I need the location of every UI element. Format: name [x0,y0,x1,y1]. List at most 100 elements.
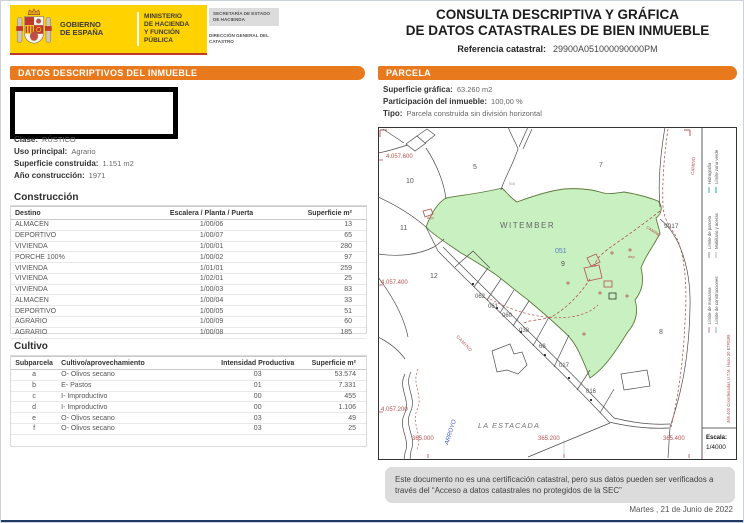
table-cell: 1/02/01 [146,273,277,284]
table-row: VIVIENDA1/01/01259 [11,263,366,274]
table-row: aO- Olivos secano0353.574 [11,370,366,381]
coord-y-bottom: 4.057.200 [381,407,408,413]
table-cell: 1/00/01 [146,241,277,252]
coord-x-center: 365.200 [538,436,560,442]
table-row: PORCHE 100%1/00/0297 [11,252,366,263]
coord-x-left: 365.000 [412,436,434,442]
col-escalera-planta-puerta: Escalera / Planta / Puerta [146,207,277,220]
table-cell: 1/00/02 [146,252,277,263]
road-point-label: 918 [509,182,515,186]
table-cell: VIVIENDA [11,263,146,274]
table-row: VIVIENDA1/02/0125 [11,273,366,284]
construccion-table-box: Destino Escalera / Planta / Puerta Super… [10,205,367,334]
table-cell: 60 [277,317,366,328]
table-cell: 03 [213,423,302,434]
table-cell: c [11,391,57,402]
parcel-10-label: 10 [406,178,414,185]
banner-datos-descriptivos: DATOS DESCRIPTIVOS DEL INMUEBLE [10,66,365,80]
table-cell: a [11,370,57,381]
field-superficie-construida: Superficie construida:1.151 m2 [14,159,134,168]
table-cell: f [11,423,57,434]
banner-parcela: PARCELA [378,66,737,80]
parcel-5-label: 5 [473,164,477,171]
government-logo: GOBIERNO DE ESPAÑA MINISTERIO DE HACIEND… [10,5,207,55]
table-cell: 00 [213,402,302,413]
cultivo-title: Cultivo [14,341,48,352]
table-row: AGRARIO1/00/08185 [11,327,366,338]
legend-zona-verde: Límite zona verde [714,149,719,184]
table-cell: PORCHE 100% [11,252,146,263]
table-cell: I- Improductivo [57,402,213,413]
field-participacion: Participación del inmueble:100,00 % [383,97,523,106]
col-superficie: Superficie m² [302,357,366,370]
coord-y-middle: 4.057.400 [381,280,408,286]
table-cell: 97 [277,252,366,263]
col-subparcela: Subparcela [11,357,57,370]
document-date: Martes , 21 de Junio de 2022 [378,505,733,514]
table-row: VIVIENDA1/00/0383 [11,284,366,295]
table-row: bE- Pastos017.331 [11,380,366,391]
document-title: CONSULTA DESCRIPTIVA Y GRÁFICA DE DATOS … [378,7,737,39]
subparcel-051-label: 051 [555,248,567,255]
direccion-label: DIRECCIÓN GENERAL DEL CATASTRO [209,33,279,45]
table-cell: 185 [277,327,366,338]
area-name-label: WITEMBER [500,221,555,230]
table-row: ALMACEN1/00/0613 [11,220,366,231]
table-cell: 1/00/05 [146,306,277,317]
table-row: fO- Olivos secano0325 [11,423,366,434]
table-cell: I- Improductivo [57,391,213,402]
table-row: dI- Improductivo001.106 [11,402,366,413]
small-parcel-038: 038 [519,328,530,334]
cultivo-table-box: Subparcela Cultivo/aprovechamiento Inten… [10,355,367,447]
logo-divider [137,12,139,46]
table-cell: 03 [213,413,302,424]
table-cell: DEPORTIVO [11,230,146,241]
field-tipo: Tipo:Parcela construida sin división hor… [383,109,542,118]
table-cell: e [11,413,57,424]
legend-hidrografia: Hidrografía [707,162,712,184]
coord-y-top: 4.057.600 [386,154,413,160]
table-row: DEPORTIVO1/00/0551 [11,306,366,317]
table-cell: 1/00/04 [146,295,277,306]
field-ano-construccion: Año construcción:1971 [14,171,105,180]
col-superficie: Superficie m² [277,207,366,220]
table-row: DEPORTIVO1/00/0765 [11,230,366,241]
table-cell: VIVIENDA [11,241,146,252]
cadastral-map: 4.057.600 4.057.400 4.057.200 365.000 36… [378,127,737,460]
legend-limite-construcciones: Límite de construcciones [714,276,719,324]
parcel-12-label: 12 [430,273,438,280]
table-row: cI- Improductivo00455 [11,391,366,402]
referencia-catastral: Referencia catastral:29900A051000090000P… [378,44,737,54]
table-row: eO- Olivos secano0349 [11,413,366,424]
table-row: AGRARIO1/00/0960 [11,317,366,328]
table-cell: 1/00/03 [146,284,277,295]
utm-note: 365.400 Coordenadas U.T.M. Huso 30 ETRS8… [726,334,731,423]
table-cell: 00 [213,391,302,402]
construccion-title: Construcción [14,192,78,203]
col-intensidad: Intensidad Productiva [213,357,302,370]
table-cell: 01 [213,380,302,391]
cultivo-table: Subparcela Cultivo/aprovechamiento Inten… [11,356,366,435]
construccion-table: Destino Escalera / Planta / Puerta Super… [11,206,366,339]
legend-mobiliario: Mobiliario y aceras [714,213,719,249]
table-cell: 03 [213,370,302,381]
table-cell: AGRARIO [11,327,146,338]
small-parcel-017: 017 [559,363,570,369]
construction-note-1: dep [427,215,434,220]
col-cultivo: Cultivo/aprovechamiento [57,357,213,370]
table-cell: 25 [277,273,366,284]
table-cell: ALMACEN [11,220,146,231]
secretaria-label: SECRETARÍA DE ESTADO DE HACIENDA [209,8,279,26]
table-cell: ALMACEN [11,295,146,306]
table-cell: O- Olivos secano [57,370,213,381]
table-cell: 25 [302,423,366,434]
table-cell: E- Pastos [57,380,213,391]
table-cell: 1/00/08 [146,327,277,338]
scale-value: 1/4000 [706,444,726,451]
small-parcel-061: 061 [488,304,499,310]
table-cell: b [11,380,57,391]
table-cell: 51 [277,306,366,317]
table-cell: 1.106 [302,402,366,413]
table-cell: 1/00/07 [146,230,277,241]
field-uso-principal: Uso principal:Agrario [14,147,96,156]
